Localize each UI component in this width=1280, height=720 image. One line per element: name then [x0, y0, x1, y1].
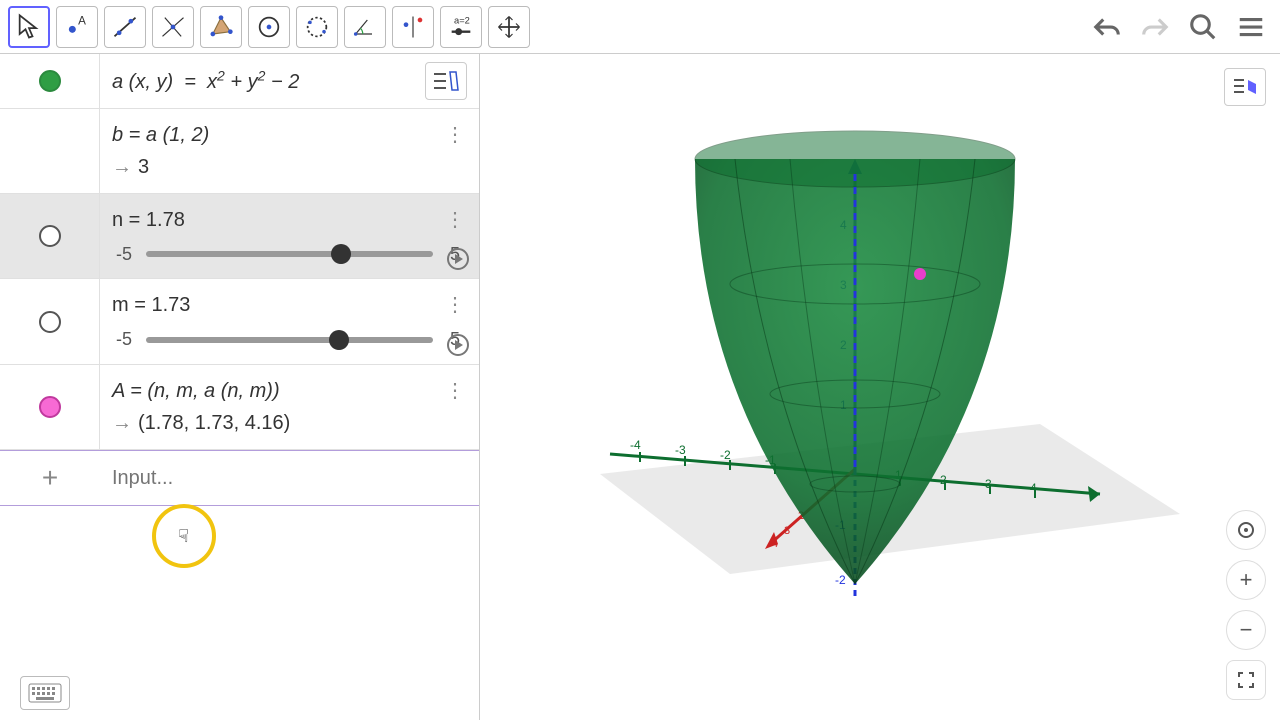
undo-button[interactable]: [1086, 6, 1128, 48]
perpendicular-tool[interactable]: [152, 6, 194, 48]
slider-m-label: m = 1.73: [112, 289, 467, 321]
point-A: [914, 268, 926, 280]
object-row-n[interactable]: ⋮ n = 1.78 -5 5: [0, 194, 479, 280]
line-tool[interactable]: [104, 6, 146, 48]
cursor-highlight: [152, 504, 216, 568]
slider-m-track[interactable]: [146, 337, 433, 343]
definition-A: A = (n, m, a (n, m)): [112, 375, 467, 407]
slider-n-label: n = 1.78: [112, 204, 467, 236]
svg-text:4: 4: [772, 538, 778, 550]
slider-n-min: -5: [112, 240, 136, 269]
visibility-toggle-n[interactable]: [39, 225, 61, 247]
slider-m-thumb[interactable]: [329, 330, 349, 350]
svg-text:3: 3: [784, 525, 790, 537]
more-icon[interactable]: ⋮: [445, 119, 465, 151]
reflect-tool[interactable]: [392, 6, 434, 48]
object-row-m[interactable]: ⋮ m = 1.73 -5 5: [0, 279, 479, 365]
arrow-icon: →: [112, 412, 132, 434]
algebra-panel: a (x, y) = x2 + y2 − 2 ⋮ b = a (1, 2) → 3…: [0, 54, 480, 720]
visibility-toggle-m[interactable]: [39, 311, 61, 333]
svg-text:-2: -2: [720, 448, 731, 462]
fullscreen-button[interactable]: [1226, 660, 1266, 700]
object-row-b[interactable]: ⋮ b = a (1, 2) → 3: [0, 109, 479, 194]
definition-b: b = a (1, 2): [112, 119, 467, 151]
zoom-in-button[interactable]: +: [1226, 560, 1266, 600]
definition-a: a (x, y) = x2 + y2 − 2: [112, 71, 299, 93]
menu-button[interactable]: [1230, 6, 1272, 48]
home-view-button[interactable]: [1226, 510, 1266, 550]
svg-text:-4: -4: [630, 438, 641, 452]
svg-text:-3: -3: [675, 443, 686, 457]
visibility-toggle-A[interactable]: [39, 396, 61, 418]
arrow-icon: →: [112, 156, 132, 178]
move-view-tool[interactable]: [488, 6, 530, 48]
slider-n-thumb[interactable]: [331, 244, 351, 264]
graphics-3d-view[interactable]: -4-3-2-1 1234 234 4321 -1-2: [480, 54, 1280, 720]
move-tool[interactable]: [8, 6, 50, 48]
main-toolbar: A a=2: [0, 0, 1280, 54]
polygon-tool[interactable]: [200, 6, 242, 48]
angle-tool[interactable]: [344, 6, 386, 48]
more-icon[interactable]: ⋮: [445, 375, 465, 407]
object-row-A[interactable]: ⋮ A = (n, m, a (n, m)) → (1.78, 1.73, 4.1…: [0, 365, 479, 450]
keyboard-button[interactable]: [20, 676, 70, 710]
slider-tool[interactable]: a=2: [440, 6, 482, 48]
input-row: +: [0, 450, 479, 506]
more-icon[interactable]: ⋮: [445, 289, 465, 321]
redo-button[interactable]: [1134, 6, 1176, 48]
result-A: (1.78, 1.73, 4.16): [138, 412, 290, 434]
ellipse-tool[interactable]: [296, 6, 338, 48]
slider-m-min: -5: [112, 325, 136, 354]
cursor-icon: ☟: [178, 526, 189, 547]
more-icon[interactable]: ⋮: [445, 204, 465, 236]
object-row-a[interactable]: a (x, y) = x2 + y2 − 2: [0, 54, 479, 109]
svg-text:a=2: a=2: [454, 15, 470, 25]
svg-text:A: A: [78, 14, 86, 27]
slider-n-track[interactable]: [146, 251, 433, 257]
algebra-input[interactable]: [100, 467, 479, 490]
plot-3d: -4-3-2-1 1234 234 4321 -1-2: [480, 54, 1280, 720]
search-button[interactable]: [1182, 6, 1224, 48]
visibility-toggle-a[interactable]: [39, 70, 61, 92]
circle-tool[interactable]: [248, 6, 290, 48]
add-object-button[interactable]: +: [0, 462, 100, 494]
zoom-out-button[interactable]: −: [1226, 610, 1266, 650]
result-b: 3: [138, 156, 149, 178]
svg-text:-2: -2: [835, 573, 846, 587]
point-tool[interactable]: A: [56, 6, 98, 48]
